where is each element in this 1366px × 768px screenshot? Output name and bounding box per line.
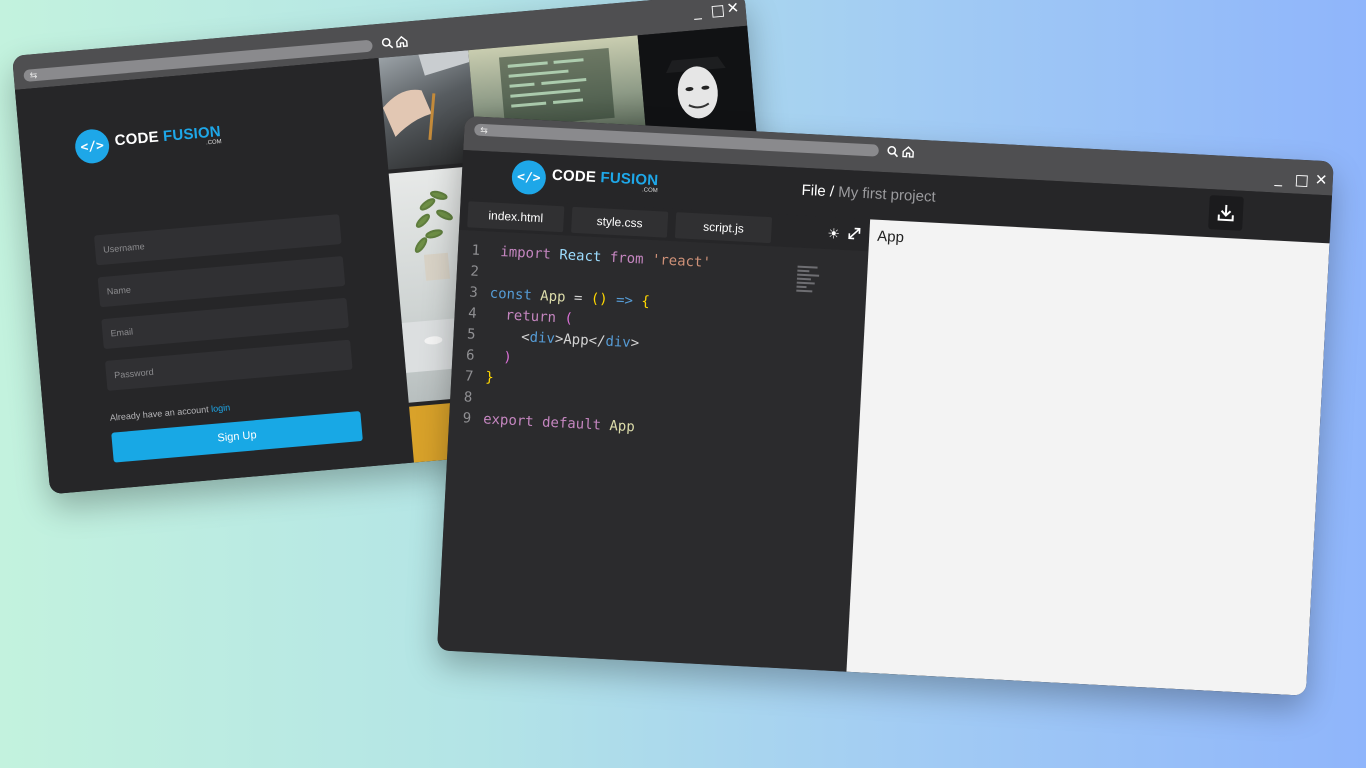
code-fusion-logo: </> CODE FUSION .COM — [73, 118, 223, 165]
login-link[interactable]: login — [211, 402, 231, 414]
sliders-icon[interactable]: ⇆ — [480, 125, 488, 135]
maximize-icon[interactable]: □ — [1294, 171, 1309, 190]
download-button[interactable] — [1208, 195, 1244, 231]
maximize-icon[interactable]: □ — [710, 1, 726, 20]
preview-output: App — [876, 227, 905, 247]
minimize-icon[interactable]: _ — [1274, 168, 1282, 186]
tab-script-js[interactable]: script.js — [674, 212, 773, 244]
code-editor[interactable]: 1 import React from 'react' 2 3 const App… — [437, 229, 869, 672]
signup-form-pane: </> CODE FUSION .COM Username Name Email… — [14, 58, 414, 495]
close-icon[interactable]: ✕ — [726, 0, 740, 18]
home-icon[interactable] — [395, 34, 409, 50]
code-line: 8 — [463, 389, 473, 406]
expand-icon[interactable] — [847, 226, 862, 243]
breadcrumb-project: My first project — [837, 183, 937, 206]
code-line: 7} — [464, 368, 495, 386]
tab-index-html[interactable]: index.html — [467, 201, 565, 233]
code-line: 9 export default App — [462, 410, 636, 436]
breadcrumb-root[interactable]: File — [801, 182, 826, 200]
username-field[interactable]: Username — [93, 214, 342, 266]
code-fusion-logo: </> CODE FUSION .COM — [511, 159, 659, 202]
breadcrumb: File / My first project — [801, 182, 936, 206]
home-icon[interactable] — [901, 145, 915, 161]
login-prompt: Already have an account login — [109, 402, 230, 422]
code-line: 2 — [470, 263, 480, 280]
sliders-icon[interactable]: ⇆ — [29, 70, 37, 81]
code-line: 1 import React from 'react' — [471, 242, 712, 272]
address-bar[interactable]: ⇆ — [473, 123, 880, 157]
login-prompt-text: Already have an account — [109, 404, 210, 423]
minimize-icon[interactable]: _ — [693, 2, 702, 21]
code-icon: </> — [73, 127, 111, 165]
close-icon[interactable]: ✕ — [1314, 171, 1328, 190]
preview-pane: App — [846, 219, 1330, 696]
code-icon: </> — [511, 159, 547, 196]
code-minimap[interactable] — [796, 265, 820, 295]
sun-icon[interactable]: ☀ — [827, 225, 840, 242]
search-icon[interactable] — [381, 37, 394, 52]
password-field[interactable]: Password — [104, 339, 353, 391]
search-icon[interactable] — [886, 145, 899, 160]
editor-window: ⇆ _ □ ✕ </> CODE FUSION .COM File / My f… — [437, 116, 1334, 696]
name-field[interactable]: Name — [97, 255, 346, 308]
breadcrumb-separator: / — [825, 182, 839, 201]
email-field[interactable]: Email — [101, 297, 349, 350]
tab-style-css[interactable]: style.css — [571, 206, 669, 238]
download-icon — [1217, 204, 1234, 222]
